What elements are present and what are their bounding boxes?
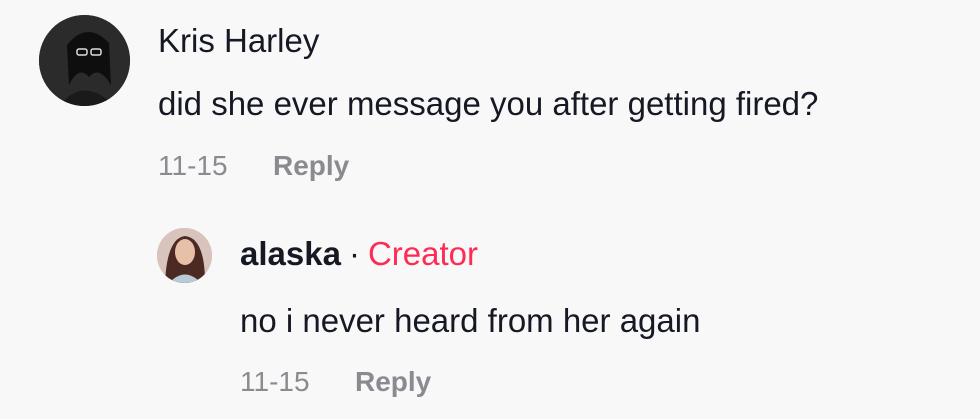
user-avatar-image — [39, 15, 130, 106]
comment-date: 11-15 — [240, 366, 310, 397]
creator-badge: Creator — [367, 235, 478, 272]
separator-dot: · — [348, 235, 360, 272]
reply-button[interactable]: Reply — [273, 150, 349, 182]
comment-author[interactable]: Kris Harley — [158, 22, 319, 60]
reply-button[interactable]: Reply — [355, 366, 431, 398]
comment-date: 11-15 — [158, 150, 228, 181]
comment-text: no i never heard from her again — [240, 302, 701, 339]
reply-header: alaska · Creator — [240, 235, 478, 273]
comment-text: did she ever message you after getting f… — [158, 85, 819, 122]
creator-avatar-image — [157, 228, 212, 283]
avatar[interactable] — [39, 15, 130, 106]
avatar[interactable] — [157, 228, 212, 283]
comment-author[interactable]: alaska — [240, 235, 341, 272]
